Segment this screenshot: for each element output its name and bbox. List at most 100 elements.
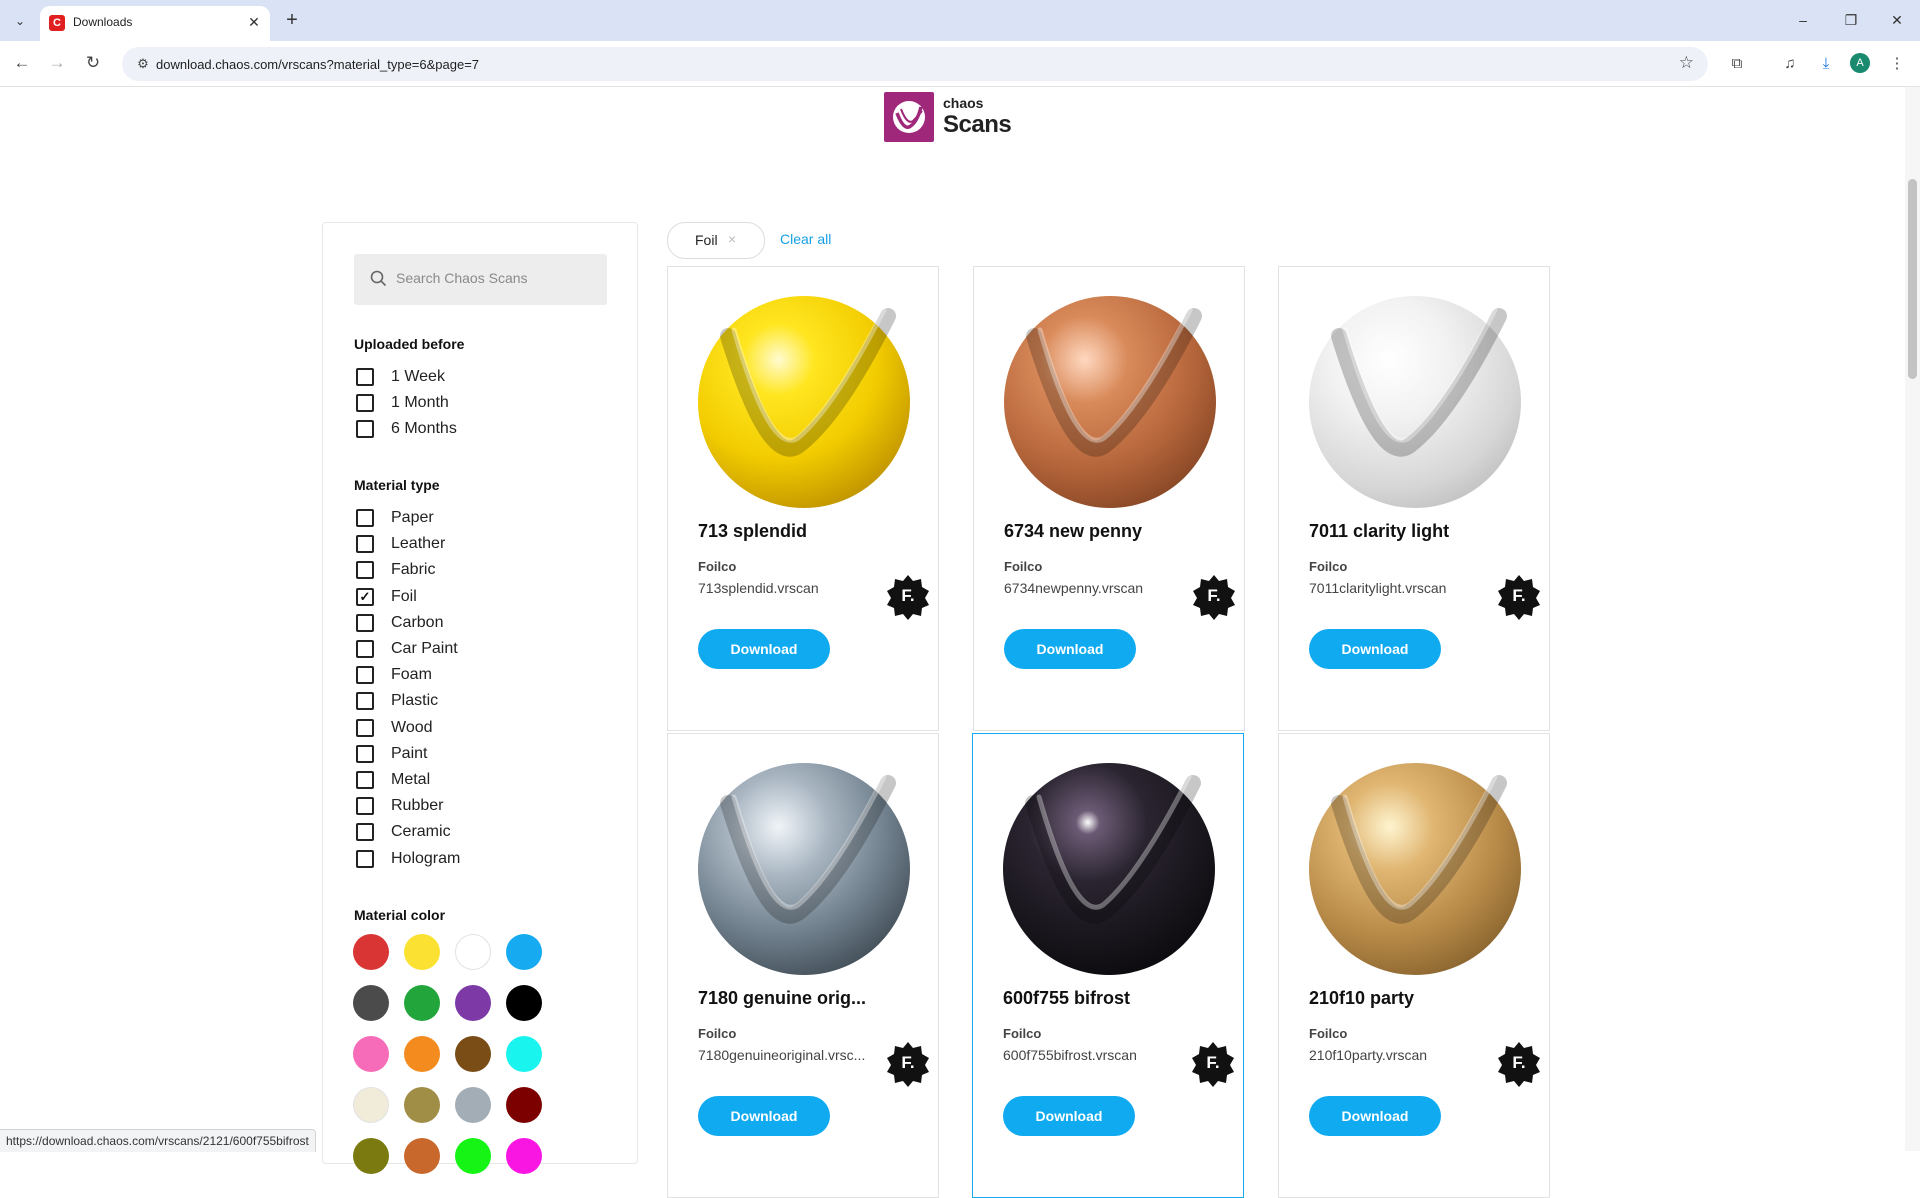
checkbox-plastic[interactable]: Plastic (356, 691, 438, 711)
material-card[interactable]: 7011 clarity light Foilco 7011claritylight… (1278, 266, 1550, 731)
material-preview-image[interactable] (1309, 296, 1521, 508)
color-swatch[interactable] (506, 1036, 542, 1072)
card-title[interactable]: 7180 genuine orig... (698, 988, 898, 1009)
color-swatch[interactable] (455, 934, 491, 970)
page-scrollbar[interactable] (1905, 87, 1920, 1151)
checkbox-foil[interactable]: ✓ Foil (356, 587, 417, 607)
color-swatch[interactable] (506, 934, 542, 970)
checkbox-box[interactable] (356, 613, 374, 632)
checkbox-1-week[interactable]: 1 Week (356, 367, 445, 387)
checkbox-hologram[interactable]: Hologram (356, 849, 460, 869)
color-swatch[interactable] (506, 1087, 542, 1123)
checkbox-ceramic[interactable]: Ceramic (356, 822, 451, 842)
checkbox-box[interactable] (356, 666, 374, 685)
tab-close-icon[interactable]: ✕ (245, 13, 263, 31)
download-button[interactable]: Download (1003, 1096, 1135, 1136)
bookmark-star-icon[interactable]: ☆ (1679, 53, 1694, 73)
url-text[interactable]: download.chaos.com/vrscans?material_type… (156, 57, 479, 72)
checkbox-wood[interactable]: Wood (356, 718, 433, 738)
media-control-icon[interactable]: ♫ (1778, 52, 1802, 76)
color-swatch[interactable] (353, 1036, 389, 1072)
material-card[interactable]: 210f10 party Foilco 210f10party.vrscan F. Do… (1278, 733, 1550, 1198)
color-swatch[interactable] (455, 985, 491, 1021)
checkbox-box[interactable] (356, 849, 374, 868)
color-swatch[interactable] (404, 985, 440, 1021)
color-swatch[interactable] (455, 1087, 491, 1123)
checkbox-checked-icon[interactable]: ✓ (356, 587, 374, 606)
color-swatch[interactable] (404, 934, 440, 970)
chip-close-icon[interactable]: × (728, 231, 736, 247)
download-button[interactable]: Download (698, 1096, 830, 1136)
minimize-icon[interactable]: – (1780, 0, 1826, 41)
checkbox-box[interactable] (356, 692, 374, 711)
extensions-icon[interactable]: ⧉ (1725, 52, 1749, 76)
card-title[interactable]: 6734 new penny (1004, 521, 1204, 542)
checkbox-fabric[interactable]: Fabric (356, 560, 435, 580)
material-preview-image[interactable] (698, 296, 910, 508)
filter-chip-foil[interactable]: Foil × (667, 222, 765, 259)
downloads-icon[interactable]: ⤓ (1814, 52, 1838, 76)
color-swatch[interactable] (353, 985, 389, 1021)
color-swatch[interactable] (353, 934, 389, 970)
material-card[interactable]: 6734 new penny Foilco 6734newpenny.vrscan F… (973, 266, 1245, 731)
material-card[interactable]: 7180 genuine orig... Foilco 7180genuineori… (667, 733, 939, 1198)
checkbox-box[interactable] (356, 771, 374, 789)
download-button[interactable]: Download (1004, 629, 1136, 669)
color-swatch[interactable] (506, 1138, 542, 1174)
material-card[interactable]: 713 splendid Foilco 713splendid.vrscan F. Do… (667, 266, 939, 731)
chaos-logo-icon[interactable] (884, 92, 934, 142)
tab-search-chevron-icon[interactable]: ⌄ (8, 10, 32, 32)
checkbox-box[interactable] (356, 509, 374, 527)
material-preview-image[interactable] (1003, 763, 1215, 975)
address-bar[interactable]: ⚙ download.chaos.com/vrscans?material_ty… (122, 47, 1708, 81)
new-tab-plus-icon[interactable]: + (280, 8, 304, 32)
checkbox-leather[interactable]: Leather (356, 534, 445, 554)
card-title[interactable]: 600f755 bifrost (1003, 988, 1203, 1009)
card-title[interactable]: 713 splendid (698, 521, 898, 542)
material-preview-image[interactable] (698, 763, 910, 975)
checkbox-box[interactable] (356, 561, 374, 580)
checkbox-box[interactable] (356, 823, 374, 842)
material-preview-image[interactable] (1004, 296, 1216, 508)
color-swatch[interactable] (353, 1138, 389, 1174)
checkbox-6-months[interactable]: 6 Months (356, 419, 457, 439)
checkbox-carbon[interactable]: Carbon (356, 613, 443, 633)
download-button[interactable]: Download (698, 629, 830, 669)
checkbox-paper[interactable]: Paper (356, 508, 434, 528)
card-title[interactable]: 7011 clarity light (1309, 521, 1509, 542)
profile-avatar[interactable]: A (1850, 53, 1870, 73)
close-window-icon[interactable]: ✕ (1874, 0, 1920, 41)
back-arrow-icon[interactable]: ← (10, 51, 34, 75)
checkbox-box[interactable] (356, 797, 374, 816)
search-input[interactable] (396, 270, 596, 286)
reload-icon[interactable]: ↻ (81, 51, 105, 75)
checkbox-box[interactable] (356, 535, 374, 554)
tab-downloads[interactable]: C Downloads ✕ (40, 6, 270, 41)
checkbox-box[interactable] (356, 718, 374, 737)
color-swatch[interactable] (404, 1138, 440, 1174)
checkbox-box[interactable] (356, 394, 374, 412)
checkbox-1-month[interactable]: 1 Month (356, 393, 449, 413)
color-swatch[interactable] (404, 1036, 440, 1072)
download-button[interactable]: Download (1309, 1096, 1441, 1136)
search-box[interactable] (354, 254, 607, 305)
checkbox-paint[interactable]: Paint (356, 744, 427, 764)
clear-all-link[interactable]: Clear all (780, 231, 831, 247)
color-swatch[interactable] (404, 1087, 440, 1123)
color-swatch[interactable] (455, 1138, 491, 1174)
checkbox-metal[interactable]: Metal (356, 770, 430, 790)
forward-arrow-icon[interactable]: → (45, 51, 69, 75)
card-title[interactable]: 210f10 party (1309, 988, 1509, 1009)
checkbox-rubber[interactable]: Rubber (356, 796, 443, 816)
download-button[interactable]: Download (1309, 629, 1441, 669)
browser-menu-icon[interactable]: ⋮ (1885, 52, 1909, 76)
restore-icon[interactable]: ❐ (1828, 0, 1874, 41)
checkbox-foam[interactable]: Foam (356, 665, 432, 685)
checkbox-box[interactable] (356, 368, 374, 386)
material-card[interactable]: 600f755 bifrost Foilco 600f755bifrost.vrsc… (972, 733, 1244, 1198)
color-swatch[interactable] (353, 1087, 389, 1123)
material-preview-image[interactable] (1309, 763, 1521, 975)
scrollbar-thumb[interactable] (1908, 179, 1917, 379)
site-info-icon[interactable]: ⚙ (134, 55, 152, 73)
color-swatch[interactable] (506, 985, 542, 1021)
